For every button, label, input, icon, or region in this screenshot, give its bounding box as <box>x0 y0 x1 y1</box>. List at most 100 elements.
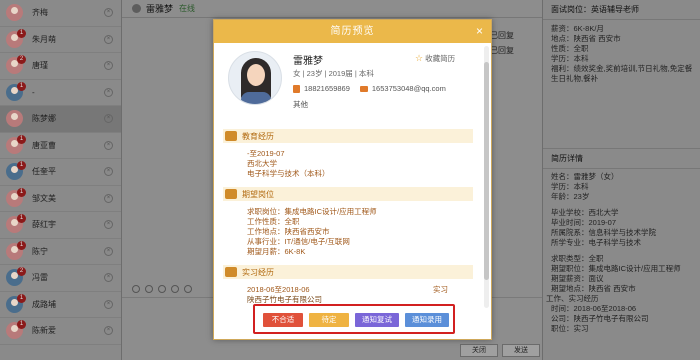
dialog-title: 简历预览 <box>330 26 375 37</box>
email-address: 1653753048@qq.com <box>371 84 446 93</box>
info-line: 学历：本科 <box>551 182 589 191</box>
contact-item[interactable]: 2 唐瑾 × <box>0 53 121 80</box>
scrollbar-thumb[interactable] <box>484 62 489 280</box>
resume-preview-dialog: 简历预览 × 雷雅梦 女 | 23岁 | 2019届 | 本科 18821659… <box>213 19 492 340</box>
info-line: 生日礼物,餐补 <box>551 74 599 83</box>
close-icon[interactable]: × <box>104 326 113 335</box>
education-line: 西北大学 <box>247 159 277 168</box>
contact-item[interactable]: 2 冯雷 × <box>0 265 121 292</box>
star-icon: ☆ <box>415 53 424 63</box>
close-icon[interactable]: × <box>104 299 113 309</box>
contact-item[interactable]: 1- × <box>0 80 121 106</box>
resume-details: 姓名：雷雅梦（女） 学历：本科 年龄：23岁 毕业学校：西北大学 毕业时间：2019-0… <box>543 169 700 294</box>
info-line: 年龄：23岁 <box>551 192 590 201</box>
close-icon[interactable]: × <box>104 87 113 97</box>
send-button[interactable]: 发送 <box>502 344 540 357</box>
scrollbar[interactable] <box>484 46 489 308</box>
close-icon[interactable]: × <box>104 114 113 123</box>
phone-icon <box>293 84 300 93</box>
contact-item[interactable]: 1 成路埔 × <box>0 292 121 318</box>
contact-name: 陈新爱 <box>32 326 56 336</box>
close-icon[interactable]: × <box>104 61 113 70</box>
graduation-cap-icon <box>225 131 237 141</box>
info-line: 所学专业：电子科学与技术 <box>551 238 641 247</box>
close-icon[interactable]: × <box>104 246 113 256</box>
close-icon[interactable]: × <box>104 220 113 229</box>
resume-content[interactable]: 雷雅梦 女 | 23岁 | 2019届 | 本科 18821659869 165… <box>214 43 482 311</box>
close-icon[interactable]: × <box>104 8 113 17</box>
more-icon[interactable] <box>184 285 192 293</box>
contact-name: 冯雷 <box>32 273 48 283</box>
contact-item[interactable]: 1 邹文美 × <box>0 186 121 212</box>
contact-item[interactable]: 1 陈新爱 × <box>0 318 121 345</box>
contact-item[interactable]: 1 陈宁 × <box>0 239 121 265</box>
job-title: 面试岗位：英语辅导老师 <box>543 0 700 20</box>
pending-button[interactable]: 待定 <box>309 313 349 327</box>
internship-period: 2018-06至2018-06 <box>247 285 310 294</box>
section-title: 期望岗位 <box>242 189 274 199</box>
job-details: 薪资：6K-8K/月 地点：陕西省 西安市 性质：全职 学历：本科 福利：绩效奖金,奖前… <box>543 20 700 84</box>
flag-icon <box>225 267 237 277</box>
close-icon[interactable]: × <box>476 20 484 43</box>
notify-hire-button[interactable]: 通知录用 <box>405 313 449 327</box>
info-line: 姓名：雷雅梦（女） <box>551 172 619 181</box>
emoji-icon[interactable] <box>132 285 140 293</box>
experience-title: 工作、实习经历 <box>546 294 599 303</box>
close-icon[interactable]: × <box>104 34 113 44</box>
info-line: 所属院系：信息科学与技术学院 <box>551 228 656 237</box>
contact-row: 18821659869 1653753048@qq.com <box>293 84 446 93</box>
favorite-button[interactable]: ☆ 收藏简历 <box>415 53 455 64</box>
contact-name: 齐梅 <box>32 8 48 18</box>
expectation-header: 期望岗位 <box>223 187 473 201</box>
internship-header: 实习经历 <box>223 265 473 279</box>
file-icon[interactable] <box>158 285 166 293</box>
info-line: 毕业学校：西北大学 <box>551 208 619 217</box>
info-line: 地点：陕西省 西安市 <box>551 34 621 43</box>
education-line: 电子科学与技术（本科） <box>247 169 330 178</box>
expectation-body: 求职岗位：集成电路IC设计/应用工程师 工作性质：全职 工作地点：陕西省西安市 … <box>214 201 482 265</box>
contact-item[interactable]: 1 唐亚曹 × <box>0 133 121 159</box>
avatar <box>228 51 282 105</box>
candidate-info: 女 | 23岁 | 2019届 | 本科 <box>293 69 374 78</box>
contact-item[interactable]: 1 朱月萌 × <box>0 27 121 53</box>
contact-item[interactable]: 陈梦娜 × <box>0 106 121 133</box>
unread-badge: 1 <box>17 214 26 223</box>
expectation-line: 从事行业：IT/通信/电子/互联网 <box>247 237 350 246</box>
info-line: 性质：全职 <box>551 44 589 53</box>
contact-item[interactable]: 1 任奎平 × <box>0 159 121 186</box>
close-icon[interactable]: × <box>104 273 113 282</box>
chat-avatar <box>132 4 141 13</box>
contact-item[interactable]: 1 薛红宇 × <box>0 212 121 239</box>
contact-name: 唐瑾 <box>32 61 48 71</box>
close-icon[interactable]: × <box>104 140 113 150</box>
close-icon[interactable]: × <box>104 193 113 203</box>
contact-name: 成路埔 <box>32 299 56 309</box>
expectation-line: 工作地点：陕西省西安市 <box>247 227 330 236</box>
experience-details: 时间：2018-06至2018-06 公司：陕西子竹电子有限公司 职位：实习 <box>543 304 700 334</box>
section-title: 实习经历 <box>242 267 274 277</box>
favorite-label: 收藏简历 <box>425 54 456 63</box>
other-link[interactable]: 其他 <box>293 99 308 110</box>
unread-badge: 1 <box>17 320 26 329</box>
chat-status: 在线 <box>179 4 196 13</box>
candidate-name: 雷雅梦 <box>293 56 323 67</box>
contact-name: 任奎平 <box>32 167 56 177</box>
image-icon[interactable] <box>145 285 153 293</box>
unread-badge: 1 <box>17 28 26 38</box>
contact-list: 齐梅 × 1 朱月萌 × 2 唐瑾 × 1- × 陈梦娜 × 1 唐亚曹 × 1 任奎平 × 1 邹文美 × 1 薛红宇 × 1… <box>0 0 122 360</box>
notify-reinterview-button[interactable]: 通知复试 <box>355 313 399 327</box>
close-button[interactable]: 关闭 <box>460 344 498 357</box>
info-line: 期望薪资：面议 <box>551 274 604 283</box>
close-icon[interactable]: × <box>104 167 113 176</box>
action-buttons: 不合适 待定 通知复试 通知录用 <box>253 304 455 334</box>
section-title: 教育经历 <box>242 131 274 141</box>
chat-toolbar <box>132 285 192 293</box>
reject-button[interactable]: 不合适 <box>263 313 303 327</box>
unread-badge: 1 <box>17 81 26 91</box>
profile-section: 雷雅梦 女 | 23岁 | 2019届 | 本科 18821659869 165… <box>214 43 482 129</box>
history-icon[interactable] <box>171 285 179 293</box>
unread-badge: 1 <box>17 187 26 197</box>
contact-name: 朱月萌 <box>32 34 56 44</box>
contact-item[interactable]: 齐梅 × <box>0 0 121 27</box>
unread-badge: 2 <box>17 55 26 64</box>
